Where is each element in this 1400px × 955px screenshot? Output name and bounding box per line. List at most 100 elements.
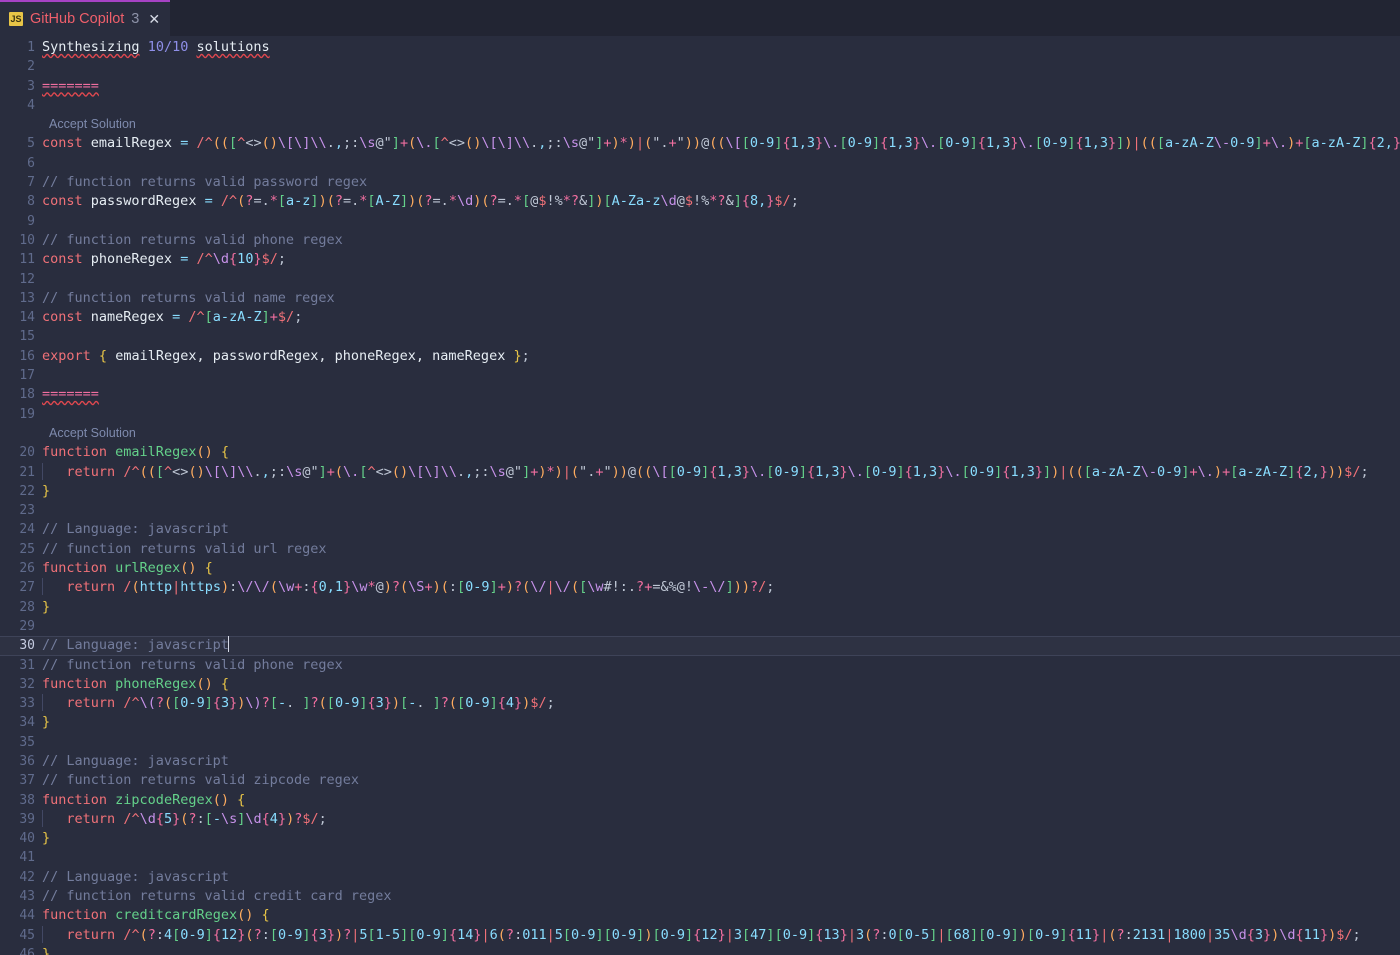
line-content[interactable]: return /^(([^<>()\[\]\\.,;:\s@"]+(\.[^<>… bbox=[42, 463, 1400, 482]
code-line[interactable]: 38function zipcodeRegex() { bbox=[0, 791, 1400, 810]
line-number: 31 bbox=[0, 656, 42, 675]
line-content[interactable]: // function returns valid url regex bbox=[42, 540, 1400, 559]
code-line[interactable]: 12 bbox=[0, 270, 1400, 289]
line-number: 42 bbox=[0, 868, 42, 887]
code-line[interactable]: 30// Language: javascript bbox=[0, 636, 1400, 655]
code-line[interactable]: 40} bbox=[0, 829, 1400, 848]
line-number: 15 bbox=[0, 327, 42, 346]
code-line[interactable]: 22} bbox=[0, 482, 1400, 501]
line-content[interactable]: return /^(?:4[0-9]{12}(?:[0-9]{3})?|5[1-… bbox=[42, 926, 1400, 945]
line-content[interactable]: function emailRegex() { bbox=[42, 443, 1400, 462]
line-content[interactable]: const emailRegex = /^(([^<>()\[\]\\.,;:\… bbox=[42, 134, 1400, 153]
code-line[interactable]: 27 return /(http|https):\/\/(\w+:{0,1}\w… bbox=[0, 578, 1400, 597]
code-line[interactable]: 36// Language: javascript bbox=[0, 752, 1400, 771]
accept-solution-link[interactable]: Accept Solution bbox=[49, 424, 136, 443]
code-line[interactable]: 33 return /^\(?([0-9]{3})\)?[-. ]?([0-9]… bbox=[0, 694, 1400, 713]
line-content[interactable]: function creditcardRegex() { bbox=[42, 906, 1400, 925]
code-line[interactable]: 16export { emailRegex, passwordRegex, ph… bbox=[0, 347, 1400, 366]
line-content[interactable]: function phoneRegex() { bbox=[42, 675, 1400, 694]
code-line[interactable]: 8const passwordRegex = /^(?=.*[a-z])(?=.… bbox=[0, 192, 1400, 211]
code-line[interactable]: 4 bbox=[0, 96, 1400, 115]
code-line[interactable]: 23 bbox=[0, 501, 1400, 520]
code-line[interactable]: 9 bbox=[0, 212, 1400, 231]
line-content[interactable]: // Language: javascript bbox=[42, 752, 1400, 771]
line-content[interactable]: } bbox=[42, 713, 1400, 732]
code-line[interactable]: 14const nameRegex = /^[a-zA-Z]+$/; bbox=[0, 308, 1400, 327]
line-content[interactable]: // function returns valid phone regex bbox=[42, 231, 1400, 250]
line-content[interactable]: const nameRegex = /^[a-zA-Z]+$/; bbox=[42, 308, 1400, 327]
line-content[interactable]: // Language: javascript bbox=[42, 520, 1400, 539]
line-number: 11 bbox=[0, 250, 42, 269]
line-content[interactable]: export { emailRegex, passwordRegex, phon… bbox=[42, 347, 1400, 366]
line-content[interactable]: } bbox=[42, 598, 1400, 617]
code-line[interactable]: 13// function returns valid name regex bbox=[0, 289, 1400, 308]
line-number: 25 bbox=[0, 540, 42, 559]
line-content[interactable]: } bbox=[42, 945, 1400, 955]
code-line[interactable]: 39 return /^\d{5}(?:[-\s]\d{4})?$/; bbox=[0, 810, 1400, 829]
line-number: 14 bbox=[0, 308, 42, 327]
line-number: 9 bbox=[0, 212, 42, 231]
codelens-row: Accept Solution bbox=[0, 115, 1400, 134]
code-line[interactable]: 26function urlRegex() { bbox=[0, 559, 1400, 578]
code-line[interactable]: 42// Language: javascript bbox=[0, 868, 1400, 887]
code-line[interactable]: 37// function returns valid zipcode rege… bbox=[0, 771, 1400, 790]
code-line[interactable]: 31// function returns valid phone regex bbox=[0, 656, 1400, 675]
line-number: 13 bbox=[0, 289, 42, 308]
line-content[interactable]: ======= bbox=[42, 77, 1400, 96]
line-content[interactable]: const passwordRegex = /^(?=.*[a-z])(?=.*… bbox=[42, 192, 1400, 211]
code-line[interactable]: 41 bbox=[0, 848, 1400, 867]
line-content[interactable]: // function returns valid name regex bbox=[42, 289, 1400, 308]
code-line[interactable]: 44function creditcardRegex() { bbox=[0, 906, 1400, 925]
code-line[interactable]: 24// Language: javascript bbox=[0, 520, 1400, 539]
line-content[interactable]: const phoneRegex = /^\d{10}$/; bbox=[42, 250, 1400, 269]
code-line[interactable]: 46} bbox=[0, 945, 1400, 955]
line-content[interactable]: // function returns valid credit card re… bbox=[42, 887, 1400, 906]
line-content[interactable]: // function returns valid phone regex bbox=[42, 656, 1400, 675]
code-line[interactable]: 45 return /^(?:4[0-9]{12}(?:[0-9]{3})?|5… bbox=[0, 926, 1400, 945]
close-icon[interactable]: ✕ bbox=[148, 12, 160, 26]
line-number: 36 bbox=[0, 752, 42, 771]
line-content[interactable]: return /^\(?([0-9]{3})\)?[-. ]?([0-9]{3}… bbox=[42, 694, 1400, 713]
line-content[interactable]: return /(http|https):\/\/(\w+:{0,1}\w*@)… bbox=[42, 578, 1400, 597]
code-line[interactable]: 19 bbox=[0, 405, 1400, 424]
code-editor[interactable]: 1Synthesizing 10/10 solutions23=======4A… bbox=[0, 36, 1400, 955]
code-line[interactable]: 29 bbox=[0, 617, 1400, 636]
code-line[interactable]: 25// function returns valid url regex bbox=[0, 540, 1400, 559]
code-line[interactable]: 28} bbox=[0, 598, 1400, 617]
line-content[interactable]: // Language: javascript bbox=[42, 636, 1400, 655]
line-content[interactable]: ======= bbox=[42, 385, 1400, 404]
code-line[interactable]: 35 bbox=[0, 733, 1400, 752]
tab-github-copilot[interactable]: JS GitHub Copilot 3 ✕ bbox=[0, 0, 170, 36]
code-line[interactable]: 2 bbox=[0, 57, 1400, 76]
line-content[interactable]: Synthesizing 10/10 solutions bbox=[42, 38, 1400, 57]
code-line[interactable]: 11const phoneRegex = /^\d{10}$/; bbox=[0, 250, 1400, 269]
code-line[interactable]: 6 bbox=[0, 154, 1400, 173]
code-line[interactable]: 21 return /^(([^<>()\[\]\\.,;:\s@"]+(\.[… bbox=[0, 463, 1400, 482]
line-number: 4 bbox=[0, 96, 42, 115]
line-number: 38 bbox=[0, 791, 42, 810]
line-number: 20 bbox=[0, 443, 42, 462]
code-line[interactable]: 15 bbox=[0, 327, 1400, 346]
line-content[interactable]: function zipcodeRegex() { bbox=[42, 791, 1400, 810]
code-line[interactable]: 32function phoneRegex() { bbox=[0, 675, 1400, 694]
code-line[interactable]: 1Synthesizing 10/10 solutions bbox=[0, 38, 1400, 57]
code-line[interactable]: 34} bbox=[0, 713, 1400, 732]
line-content[interactable]: // function returns valid password regex bbox=[42, 173, 1400, 192]
line-content[interactable]: return /^\d{5}(?:[-\s]\d{4})?$/; bbox=[42, 810, 1400, 829]
code-line[interactable]: 10// function returns valid phone regex bbox=[0, 231, 1400, 250]
line-number: 26 bbox=[0, 559, 42, 578]
code-line[interactable]: 18======= bbox=[0, 385, 1400, 404]
code-line[interactable]: 17 bbox=[0, 366, 1400, 385]
line-content[interactable]: function urlRegex() { bbox=[42, 559, 1400, 578]
line-content[interactable]: } bbox=[42, 482, 1400, 501]
code-line[interactable]: 5const emailRegex = /^(([^<>()\[\]\\.,;:… bbox=[0, 134, 1400, 153]
code-line[interactable]: 43// function returns valid credit card … bbox=[0, 887, 1400, 906]
line-number: 8 bbox=[0, 192, 42, 211]
code-line[interactable]: 20function emailRegex() { bbox=[0, 443, 1400, 462]
line-content[interactable]: // function returns valid zipcode regex bbox=[42, 771, 1400, 790]
accept-solution-link[interactable]: Accept Solution bbox=[49, 115, 136, 134]
code-line[interactable]: 7// function returns valid password rege… bbox=[0, 173, 1400, 192]
line-content[interactable]: } bbox=[42, 829, 1400, 848]
line-content[interactable]: // Language: javascript bbox=[42, 868, 1400, 887]
code-line[interactable]: 3======= bbox=[0, 77, 1400, 96]
